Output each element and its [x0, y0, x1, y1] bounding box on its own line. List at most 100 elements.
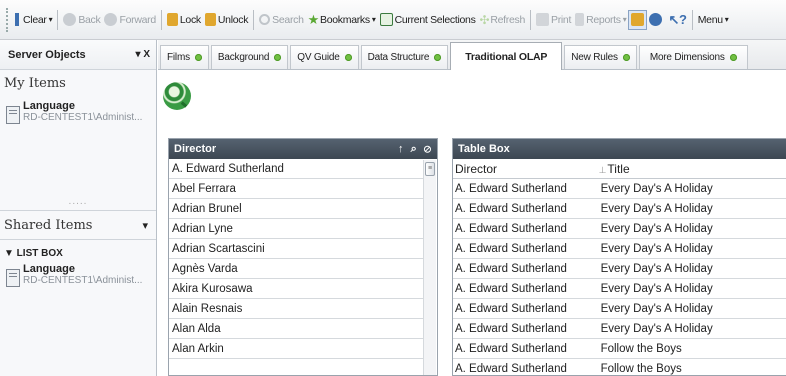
cell-director[interactable]: A. Edward Sutherland [453, 243, 598, 255]
table-body: A. Edward Sutherland Every Day's A Holida… [453, 179, 786, 376]
tab-new-rules[interactable]: New Rules [564, 45, 637, 69]
cell-title[interactable]: Follow the Boys [598, 343, 786, 355]
context-help-button[interactable]: ↖? [666, 9, 688, 31]
table-row[interactable]: A. Edward Sutherland Every Day's A Holida… [453, 319, 786, 339]
cell-title[interactable]: Every Day's A Holiday [598, 203, 786, 215]
listbox-item[interactable]: A. Edward Sutherland [169, 159, 423, 179]
cell-director[interactable]: A. Edward Sutherland [453, 263, 598, 275]
forward-arrow-icon [104, 13, 118, 26]
separator [529, 9, 531, 30]
cell-director[interactable]: A. Edward Sutherland [453, 363, 598, 375]
cell-director[interactable]: A. Edward Sutherland [453, 323, 598, 335]
tab-background[interactable]: Background [210, 45, 289, 69]
listbox-caption-icons[interactable]: ↑ ⌕ ⊘ [398, 143, 433, 156]
listbox-item[interactable]: Adrian Brunel [169, 199, 423, 219]
status-dot-icon [434, 54, 442, 61]
chevron-down-icon[interactable]: ▾ [49, 15, 53, 24]
bookmarks-button[interactable]: ★ Bookmarks ▾ [306, 9, 378, 31]
table-row[interactable]: A. Edward Sutherland Follow the Boys [453, 339, 786, 359]
listbox-caption[interactable]: Director ↑ ⌕ ⊘ [169, 139, 437, 159]
table-row[interactable]: A. Edward Sutherland Every Day's A Holida… [453, 259, 786, 279]
server-objects-icon [631, 13, 645, 26]
listbox-item[interactable]: Agnès Varda [169, 259, 423, 279]
table-row[interactable]: A. Edward Sutherland Every Day's A Holida… [453, 199, 786, 219]
table-row[interactable]: A. Edward Sutherland Every Day's A Holida… [453, 179, 786, 199]
cell-director[interactable]: A. Edward Sutherland [453, 283, 598, 295]
sort-indicator-icon: ⊥ [598, 164, 607, 175]
shared-item-language[interactable]: Language RD-CENTEST1\Administ... [0, 263, 156, 287]
my-item-language[interactable]: Language RD-CENTEST1\Administ... [0, 100, 156, 124]
clear-icon [15, 13, 19, 26]
table-row[interactable]: A. Edward Sutherland Every Day's A Holida… [453, 279, 786, 299]
server-objects-header: Server Objects ▾ X [0, 40, 156, 70]
unlock-button[interactable]: Unlock [203, 9, 250, 31]
listbox-item[interactable]: Adrian Lyne [169, 219, 423, 239]
tab-data-structure[interactable]: Data Structure [360, 45, 449, 69]
my-items-heading[interactable]: My Items [0, 70, 156, 96]
cell-title[interactable]: Every Day's A Holiday [598, 243, 786, 255]
cell-director[interactable]: A. Edward Sutherland [453, 203, 598, 215]
toolbar-grip[interactable] [6, 7, 9, 32]
listbox-item[interactable]: Alan Alda [169, 319, 423, 339]
chevron-down-icon[interactable]: ▾ [623, 15, 627, 24]
status-dot-icon [194, 54, 202, 61]
current-selections-button[interactable]: Current Selections [378, 9, 478, 31]
listbox-item[interactable]: Akira Kurosawa [169, 279, 423, 299]
listbox-item[interactable]: Alan Arkin [169, 339, 423, 359]
scrollbar[interactable]: ≡ [423, 160, 436, 375]
column-header-title[interactable]: ⊥Title [598, 162, 786, 176]
item-name: Language [23, 100, 75, 112]
forward-button[interactable]: Forward [102, 9, 157, 31]
cell-director[interactable]: A. Edward Sutherland [453, 183, 598, 195]
lock-button[interactable]: Lock [165, 9, 203, 31]
table-row[interactable]: A. Edward Sutherland Every Day's A Holida… [453, 219, 786, 239]
listbox-item[interactable]: Alain Resnais [169, 299, 423, 319]
splitter-handle[interactable]: ..... [0, 196, 156, 207]
scrollbar-thumb[interactable]: ≡ [425, 162, 435, 176]
cell-title[interactable]: Every Day's A Holiday [598, 183, 786, 195]
unlock-icon [204, 13, 216, 26]
search-button[interactable]: Search [257, 9, 305, 31]
column-header-director[interactable]: Director [453, 162, 598, 176]
panel-controls[interactable]: ▾ X [136, 49, 150, 60]
lock-icon [166, 13, 178, 26]
back-button[interactable]: Back [61, 9, 102, 31]
cell-director[interactable]: A. Edward Sutherland [453, 343, 598, 355]
tab-qv-guide[interactable]: QV Guide [290, 45, 359, 69]
reports-button[interactable]: Reports ▾ [573, 9, 628, 31]
menu-button[interactable]: Menu ▾ [696, 9, 731, 31]
cell-title[interactable]: Every Day's A Holiday [598, 303, 786, 315]
separator [691, 9, 693, 30]
table-row[interactable]: A. Edward Sutherland Every Day's A Holida… [453, 239, 786, 259]
help-button[interactable] [647, 9, 666, 31]
cell-title[interactable]: Follow the Boys [598, 363, 786, 375]
shared-items-heading[interactable]: Shared Items ▾ [0, 210, 156, 240]
chevron-down-icon[interactable]: ▾ [725, 15, 729, 24]
listbox-item[interactable]: Abel Ferrara [169, 179, 423, 199]
print-button[interactable]: Print [534, 9, 573, 31]
tab-more-dimensions[interactable]: More Dimensions [638, 45, 748, 69]
table-row[interactable]: A. Edward Sutherland Follow the Boys [453, 359, 786, 376]
separator [160, 9, 162, 30]
document-icon [6, 269, 20, 287]
cell-director[interactable]: A. Edward Sutherland [453, 303, 598, 315]
search-icon [259, 14, 271, 25]
cell-title[interactable]: Every Day's A Holiday [598, 223, 786, 235]
cell-director[interactable]: A. Edward Sutherland [453, 223, 598, 235]
cell-title[interactable]: Every Day's A Holiday [598, 263, 786, 275]
tab-traditional-olap[interactable]: Traditional OLAP [450, 42, 563, 70]
list-box-group[interactable]: ▼ LIST BOX [0, 240, 156, 259]
clear-button[interactable]: Clear ▾ [13, 9, 54, 31]
refresh-button[interactable]: ✣ Refresh [478, 9, 527, 31]
listbox-item[interactable]: Adrian Scartascini [169, 239, 423, 259]
chevron-down-icon[interactable]: ▾ [372, 15, 376, 24]
table-box[interactable]: Table Box Director ⊥Title A. Edward Suth… [452, 138, 786, 376]
server-objects-toggle[interactable] [628, 9, 648, 30]
cell-title[interactable]: Every Day's A Holiday [598, 283, 786, 295]
director-listbox[interactable]: Director ↑ ⌕ ⊘ A. Edward Sutherland Abel … [168, 138, 438, 376]
cell-title[interactable]: Every Day's A Holiday [598, 323, 786, 335]
table-row[interactable]: A. Edward Sutherland Every Day's A Holida… [453, 299, 786, 319]
chevron-down-icon[interactable]: ▾ [142, 219, 148, 232]
table-box-caption[interactable]: Table Box [453, 139, 786, 159]
tab-films[interactable]: Films [160, 45, 209, 69]
